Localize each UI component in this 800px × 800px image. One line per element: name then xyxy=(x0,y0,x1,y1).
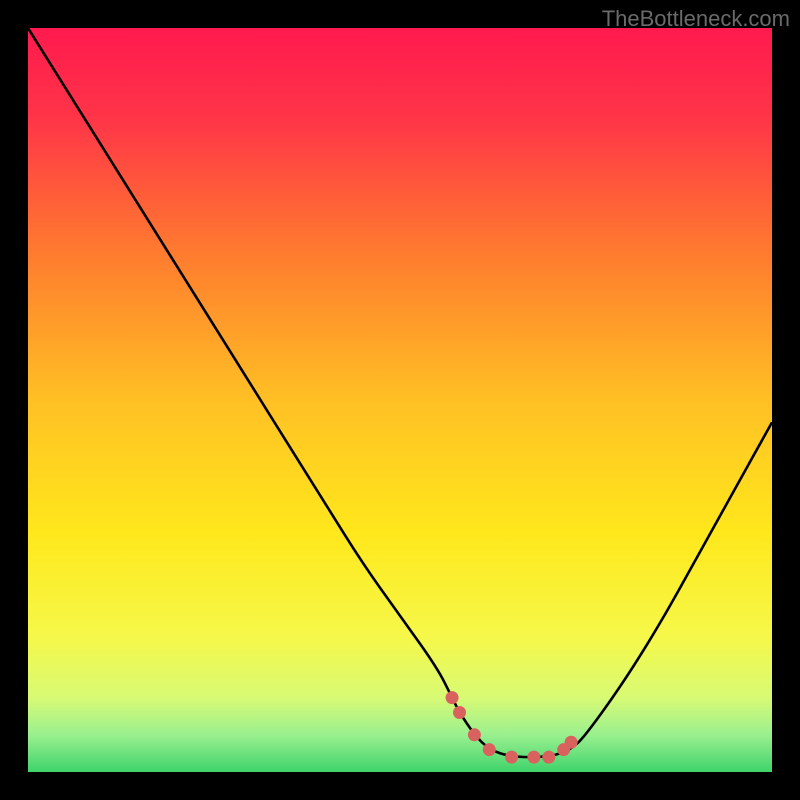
curve-marker xyxy=(453,706,466,719)
curve-marker xyxy=(483,743,496,756)
curve-marker xyxy=(446,691,459,704)
watermark-text: TheBottleneck.com xyxy=(602,6,790,32)
curve-marker xyxy=(505,751,518,764)
curve-marker xyxy=(542,751,555,764)
curve-marker xyxy=(527,751,540,764)
curve-marker xyxy=(565,736,578,749)
chart-svg xyxy=(28,28,772,772)
curve-marker xyxy=(468,728,481,741)
gradient-background xyxy=(28,28,772,772)
chart-plot-area xyxy=(28,28,772,772)
